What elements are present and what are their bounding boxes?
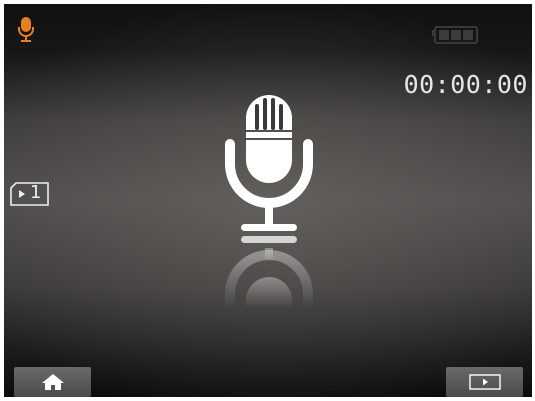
file-slot-number: 1	[30, 182, 42, 203]
home-button[interactable]	[14, 367, 91, 397]
play-icon	[468, 374, 501, 390]
microphone-mode-icon	[17, 16, 35, 44]
microphone-graphic	[219, 82, 319, 312]
microphone-icon	[225, 95, 313, 308]
home-icon	[41, 374, 64, 390]
battery-icon	[431, 25, 479, 45]
voice-recorder-screen: 00:00:00 1	[4, 4, 532, 397]
play-button[interactable]	[446, 367, 523, 397]
elapsed-time: 00:00:00	[403, 70, 528, 99]
file-slot-indicator: 1	[10, 182, 50, 206]
